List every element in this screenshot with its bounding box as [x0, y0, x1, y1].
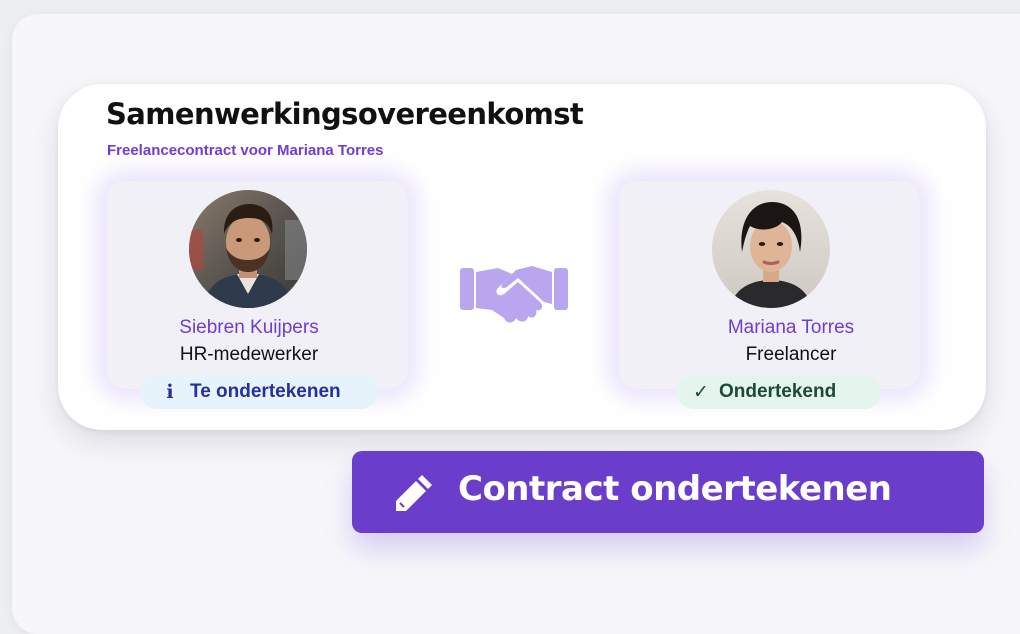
- party-role: HR-medewerker: [179, 344, 319, 365]
- sign-contract-button[interactable]: Contract ondertekenen: [352, 451, 984, 533]
- info-icon: i: [166, 381, 174, 403]
- status-badge-label: Te ondertekenen: [190, 381, 341, 402]
- party-role: Freelancer: [745, 344, 837, 365]
- party-name: Mariana Torres: [727, 317, 855, 338]
- handshake-icon: [460, 266, 568, 323]
- party-name: Siebren Kuijpers: [179, 317, 319, 338]
- contract-subtitle: Freelancecontract voor Mariana Torres: [107, 142, 384, 159]
- check-icon: ✓: [693, 381, 709, 403]
- status-badge-label: Ondertekend: [719, 381, 837, 402]
- status-badge-signed: ✓ Ondertekend: [677, 375, 881, 409]
- status-badge-pending: i Te ondertekenen: [140, 375, 378, 409]
- party-card-hr: Siebren Kuijpers HR-medewerker: [106, 181, 408, 389]
- party-card-freelancer: Mariana Torres Freelancer: [618, 181, 920, 389]
- avatar: [712, 190, 830, 308]
- avatar: [189, 190, 307, 308]
- pencil-icon: [396, 475, 432, 511]
- sign-contract-label: Contract ondertekenen: [458, 469, 892, 509]
- contract-title: Samenwerkingsovereenkomst: [106, 97, 584, 131]
